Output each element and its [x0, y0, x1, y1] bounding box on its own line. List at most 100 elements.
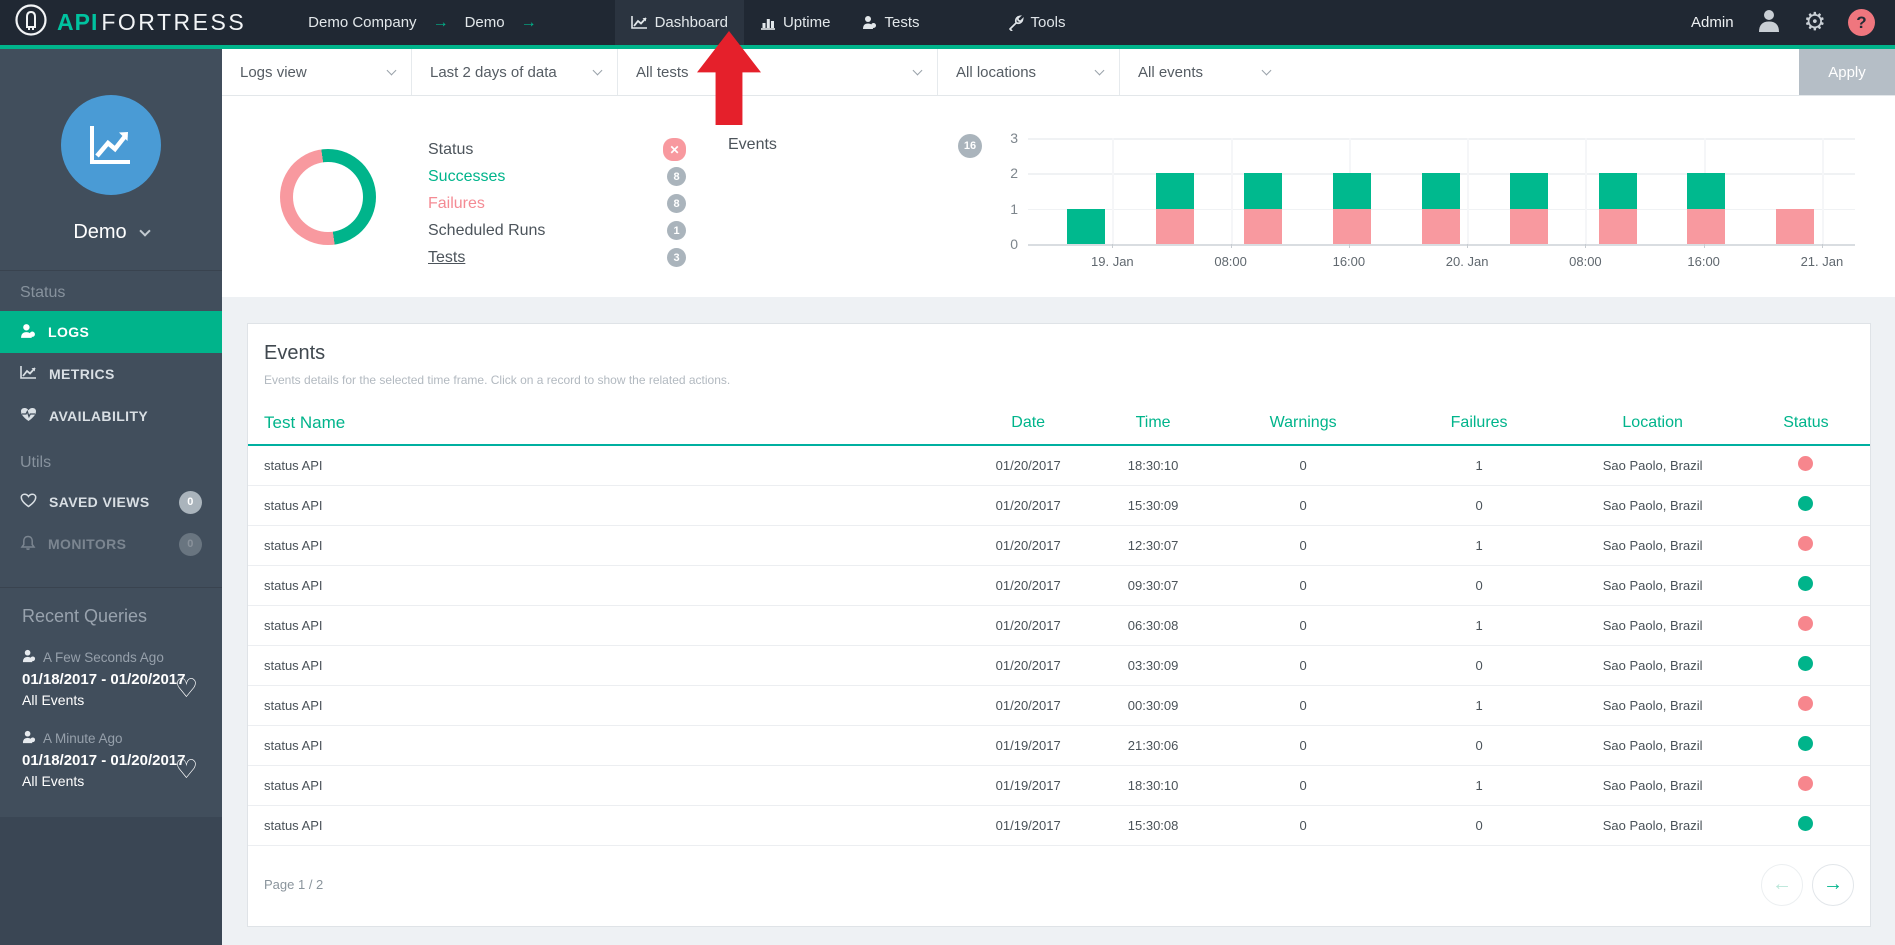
status-dot [1798, 576, 1813, 591]
tests-select[interactable]: All tests [618, 49, 938, 95]
events-table-header: Test Name Date Time Warnings Failures Lo… [248, 401, 1870, 445]
cell-failures: 1 [1395, 445, 1564, 485]
breadcrumb: Demo Company → Demo → [308, 14, 536, 32]
bar-segment-failures [1422, 209, 1460, 244]
bar-segment-failures [1776, 209, 1814, 244]
tab-uptime[interactable]: Uptime [744, 0, 847, 45]
sidebar-item-metrics[interactable]: METRICS [0, 353, 222, 395]
summary-row-failures: Failures 8 [428, 190, 686, 217]
cell-warnings: 0 [1211, 565, 1394, 605]
chart-bar [1510, 173, 1548, 244]
bar-segment-successes [1422, 173, 1460, 208]
user-account-icon[interactable] [1756, 7, 1782, 38]
status-dot [1798, 776, 1813, 791]
tests-count-badge: 3 [667, 248, 686, 267]
view-select[interactable]: Logs view [222, 49, 412, 95]
sidebar-item-label: METRICS [49, 366, 115, 382]
bar-segment-failures [1333, 209, 1371, 244]
gridline [1028, 138, 1855, 140]
chevron-down-icon [593, 66, 603, 76]
tab-tests[interactable]: Tests [846, 0, 935, 45]
cell-test: status API [248, 645, 962, 685]
bar-segment-successes [1510, 173, 1548, 208]
table-row[interactable]: status API01/20/201706:30:0801Sao Paolo,… [248, 605, 1870, 645]
chart-bar [1599, 173, 1637, 244]
apply-button[interactable]: Apply [1799, 49, 1895, 95]
status-fail-badge: ✕ [663, 138, 686, 161]
recent-query-item[interactable]: A Few Seconds Ago 01/18/2017 - 01/20/201… [14, 649, 208, 708]
date-range-select[interactable]: Last 2 days of data [412, 49, 618, 95]
table-row[interactable]: status API01/20/201709:30:0700Sao Paolo,… [248, 565, 1870, 605]
cell-status [1742, 485, 1870, 525]
recent-queries-title: Recent Queries [14, 606, 208, 627]
dashboard-icon [631, 15, 648, 30]
cell-date: 01/20/2017 [962, 485, 1095, 525]
chart-bar [1244, 173, 1282, 244]
bar-segment-successes [1687, 173, 1725, 208]
table-row[interactable]: status API01/20/201718:30:1001Sao Paolo,… [248, 445, 1870, 485]
sidebar-item-logs[interactable]: LOGS [0, 311, 222, 353]
top-navbar: API FORTRESS Demo Company → Demo → Dashb… [0, 0, 1895, 45]
y-axis-tick-label: 3 [982, 130, 1018, 146]
tab-uptime-label: Uptime [783, 14, 831, 31]
summary-label: Scheduled Runs [428, 222, 545, 240]
cell-location: Sao Paolo, Brazil [1563, 805, 1741, 845]
table-row[interactable]: status API01/19/201718:30:1001Sao Paolo,… [248, 765, 1870, 805]
events-select[interactable]: All events [1120, 49, 1286, 95]
vertical-gridline [1467, 138, 1469, 244]
cell-status [1742, 565, 1870, 605]
sidebar-item-saved-views[interactable]: SAVED VIEWS 0 [0, 481, 222, 523]
recent-query-item[interactable]: A Minute Ago 01/18/2017 - 01/20/2017 All… [14, 730, 208, 789]
next-page-button[interactable]: → [1812, 864, 1854, 906]
locations-select-value: All locations [956, 64, 1036, 81]
breadcrumb-company[interactable]: Demo Company [308, 14, 416, 31]
cell-warnings: 0 [1211, 605, 1394, 645]
chevron-down-icon [387, 66, 397, 76]
cell-time: 00:30:09 [1095, 685, 1212, 725]
metrics-icon [20, 365, 37, 383]
favorite-heart-icon[interactable]: ♡ [175, 675, 198, 701]
prev-page-button[interactable]: ← [1761, 864, 1803, 906]
sidebar: Demo Status LOGS METRICS [0, 49, 222, 945]
tools-menu[interactable]: Tools [1008, 14, 1066, 31]
breadcrumb-arrow-icon: → [521, 14, 537, 32]
chart-bar [1156, 173, 1194, 244]
vertical-gridline [1822, 138, 1824, 244]
availability-heart-pulse-icon [20, 407, 37, 425]
table-row[interactable]: status API01/19/201721:30:0600Sao Paolo,… [248, 725, 1870, 765]
cell-status [1742, 645, 1870, 685]
cell-location: Sao Paolo, Brazil [1563, 645, 1741, 685]
breadcrumb-project[interactable]: Demo [465, 14, 505, 31]
status-donut-chart [280, 149, 376, 245]
table-row[interactable]: status API01/20/201712:30:0701Sao Paolo,… [248, 525, 1870, 565]
breadcrumb-arrow-icon: → [433, 14, 449, 32]
table-row[interactable]: status API01/20/201700:30:0901Sao Paolo,… [248, 685, 1870, 725]
cell-failures: 1 [1395, 765, 1564, 805]
x-axis-tick-label: 16:00 [1687, 254, 1720, 269]
chart-bar [1776, 209, 1814, 244]
navbar-right: Admin ⚙ ? [1691, 7, 1895, 38]
filter-bar: Logs view Last 2 days of data All tests … [222, 49, 1895, 96]
cell-test: status API [248, 525, 962, 565]
failures-count-badge: 8 [667, 194, 686, 213]
cell-status [1742, 805, 1870, 845]
sidebar-item-availability[interactable]: AVAILABILITY [0, 395, 222, 437]
summary-tests-link[interactable]: Tests [428, 249, 465, 267]
table-row[interactable]: status API01/20/201715:30:0900Sao Paolo,… [248, 485, 1870, 525]
cell-warnings: 0 [1211, 685, 1394, 725]
sidebar-item-monitors[interactable]: MONITORS 0 [0, 523, 222, 565]
cell-time: 09:30:07 [1095, 565, 1212, 605]
gear-icon[interactable]: ⚙ [1804, 10, 1826, 35]
project-avatar[interactable] [61, 95, 161, 195]
project-selector[interactable]: Demo [73, 221, 148, 244]
query-time-label: A Few Seconds Ago [43, 650, 164, 665]
gridline [1028, 244, 1855, 246]
locations-select[interactable]: All locations [938, 49, 1120, 95]
favorite-heart-icon[interactable]: ♡ [175, 756, 198, 782]
help-icon[interactable]: ? [1848, 9, 1875, 36]
col-location: Location [1563, 401, 1741, 445]
table-row[interactable]: status API01/20/201703:30:0900Sao Paolo,… [248, 645, 1870, 685]
main-content: Logs view Last 2 days of data All tests … [222, 49, 1895, 945]
table-row[interactable]: status API01/19/201715:30:0800Sao Paolo,… [248, 805, 1870, 845]
status-dot [1798, 656, 1813, 671]
